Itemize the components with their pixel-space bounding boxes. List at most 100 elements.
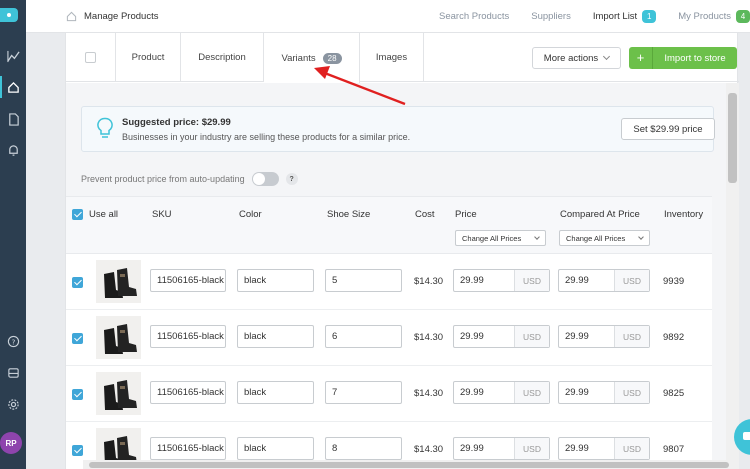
compared-price-input[interactable]: 29.99 USD — [558, 269, 650, 292]
shoe-size-input[interactable]: 8 — [325, 437, 402, 460]
set-price-button[interactable]: Set $29.99 price — [621, 118, 715, 140]
change-all-prices-select[interactable]: Change All Prices — [455, 230, 546, 246]
header-cost: Cost — [415, 209, 435, 220]
inventory-value: 9939 — [663, 276, 685, 287]
row-checkbox[interactable] — [72, 445, 83, 456]
compared-price-input[interactable]: 29.99 USD — [558, 381, 650, 404]
chart-icon[interactable] — [3, 46, 23, 66]
header-color: Color — [239, 209, 262, 220]
nav-search-products[interactable]: Search Products — [439, 11, 509, 22]
import-list-badge: 1 — [642, 10, 657, 23]
currency-label: USD — [614, 382, 649, 403]
my-products-badge: 4 — [736, 10, 750, 23]
product-thumbnail — [96, 316, 141, 359]
svg-text:?: ? — [11, 337, 15, 346]
help-icon[interactable]: ? — [3, 331, 23, 351]
row-checkbox[interactable] — [72, 277, 83, 288]
compared-price-input[interactable]: 29.99 USD — [558, 325, 650, 348]
header-price: Price — [455, 209, 477, 220]
currency-label: USD — [614, 438, 649, 459]
lightbulb-icon — [96, 117, 114, 146]
home-icon — [66, 11, 77, 22]
chevron-down-icon — [534, 234, 540, 240]
shoe-size-input[interactable]: 7 — [325, 381, 402, 404]
prevent-autoupdate-label: Prevent product price from auto-updating — [81, 174, 245, 184]
color-input[interactable]: black — [237, 437, 314, 460]
shoe-size-input[interactable]: 5 — [325, 269, 402, 292]
logo-icon[interactable] — [0, 8, 18, 22]
page-title: Manage Products — [66, 0, 158, 33]
header-inventory: Inventory — [664, 209, 704, 220]
nav-suppliers[interactable]: Suppliers — [531, 11, 571, 22]
product-thumbnail — [96, 260, 141, 303]
header-sku: SKU — [152, 209, 172, 220]
bell-icon[interactable] — [3, 140, 23, 160]
currency-label: USD — [514, 382, 549, 403]
sku-input[interactable]: 11506165-black — [150, 269, 226, 292]
change-all-prices-label: Change All Prices — [462, 233, 522, 243]
cost-value: $14.30 — [414, 388, 444, 399]
vertical-scrollbar[interactable] — [726, 83, 739, 469]
row-checkbox[interactable] — [72, 333, 83, 344]
nav-my-products-label: My Products — [678, 11, 731, 22]
use-all-checkbox[interactable] — [72, 209, 83, 220]
header-shoe-size: Shoe Size — [327, 209, 371, 220]
cost-value: $14.30 — [414, 332, 444, 343]
horizontal-scrollbar[interactable] — [83, 460, 738, 469]
home-icon[interactable] — [3, 77, 23, 97]
cost-value: $14.30 — [414, 444, 444, 455]
inventory-value: 9807 — [663, 444, 685, 455]
nav-import-list-label: Import List — [592, 11, 638, 22]
topbar: Manage Products Search Products Supplier… — [26, 0, 750, 33]
suggested-price-box: Suggested price: $29.99 Businesses in yo… — [81, 106, 715, 152]
chevron-down-icon — [638, 234, 644, 240]
currency-label: USD — [614, 326, 649, 347]
header-compared-at-price: Compared At Price — [560, 209, 640, 220]
variants-table-header: Use all SKU Color Shoe Size Cost Price C… — [66, 196, 712, 254]
inbox-icon[interactable] — [3, 362, 23, 382]
color-input[interactable]: black — [237, 269, 314, 292]
price-input[interactable]: 29.99 USD — [453, 325, 550, 348]
row-checkbox[interactable] — [72, 389, 83, 400]
currency-label: USD — [614, 270, 649, 291]
suggested-price-title: Suggested price: $29.99 — [122, 117, 231, 128]
color-input[interactable]: black — [237, 381, 314, 404]
sku-input[interactable]: 11506165-black — [150, 437, 226, 460]
app: ? RP Manage Products Search Products Sup… — [0, 0, 750, 469]
sku-input[interactable]: 11506165-black — [150, 381, 226, 404]
price-input[interactable]: 29.99 USD — [453, 437, 550, 460]
page-title-text: Manage Products — [84, 11, 159, 22]
sidebar: ? RP — [0, 0, 26, 469]
prevent-autoupdate-toggle[interactable] — [251, 172, 279, 186]
table-row: 11506165-black black 7 $14.30 29.99 USD 2… — [66, 366, 712, 422]
price-input[interactable]: 29.99 USD — [453, 269, 550, 292]
product-thumbnail — [96, 372, 141, 415]
variants-card: Suggested price: $29.99 Businesses in yo… — [66, 33, 726, 469]
avatar[interactable]: RP — [0, 432, 22, 454]
shoe-size-input[interactable]: 6 — [325, 325, 402, 348]
currency-label: USD — [514, 326, 549, 347]
sidebar-active-indicator — [0, 76, 2, 98]
suggested-price-description: Businesses in your industry are selling … — [122, 132, 411, 142]
nav-import-list[interactable]: Import List 1 — [592, 10, 657, 23]
cost-value: $14.30 — [414, 276, 444, 287]
change-all-compared-label: Change All Prices — [566, 233, 626, 243]
change-all-compared-select[interactable]: Change All Prices — [559, 230, 650, 246]
document-icon[interactable] — [3, 109, 23, 129]
gear-icon[interactable] — [3, 394, 23, 414]
prevent-autoupdate-row: Prevent product price from auto-updating… — [81, 172, 298, 186]
color-input[interactable]: black — [237, 325, 314, 348]
inventory-value: 9825 — [663, 388, 685, 399]
help-icon[interactable]: ? — [285, 173, 298, 185]
table-row: 11506165-black black 5 $14.30 29.99 USD 2… — [66, 254, 712, 310]
header-use-all: Use all — [89, 209, 119, 220]
currency-label: USD — [514, 270, 549, 291]
sku-input[interactable]: 11506165-black — [150, 325, 226, 348]
table-row: 11506165-black black 6 $14.30 29.99 USD 2… — [66, 310, 712, 366]
currency-label: USD — [514, 438, 549, 459]
inventory-value: 9892 — [663, 332, 685, 343]
nav-my-products[interactable]: My Products 4 — [678, 10, 750, 23]
top-nav: Search Products Suppliers Import List 1 M… — [417, 0, 750, 33]
compared-price-input[interactable]: 29.99 USD — [558, 437, 650, 460]
price-input[interactable]: 29.99 USD — [453, 381, 550, 404]
